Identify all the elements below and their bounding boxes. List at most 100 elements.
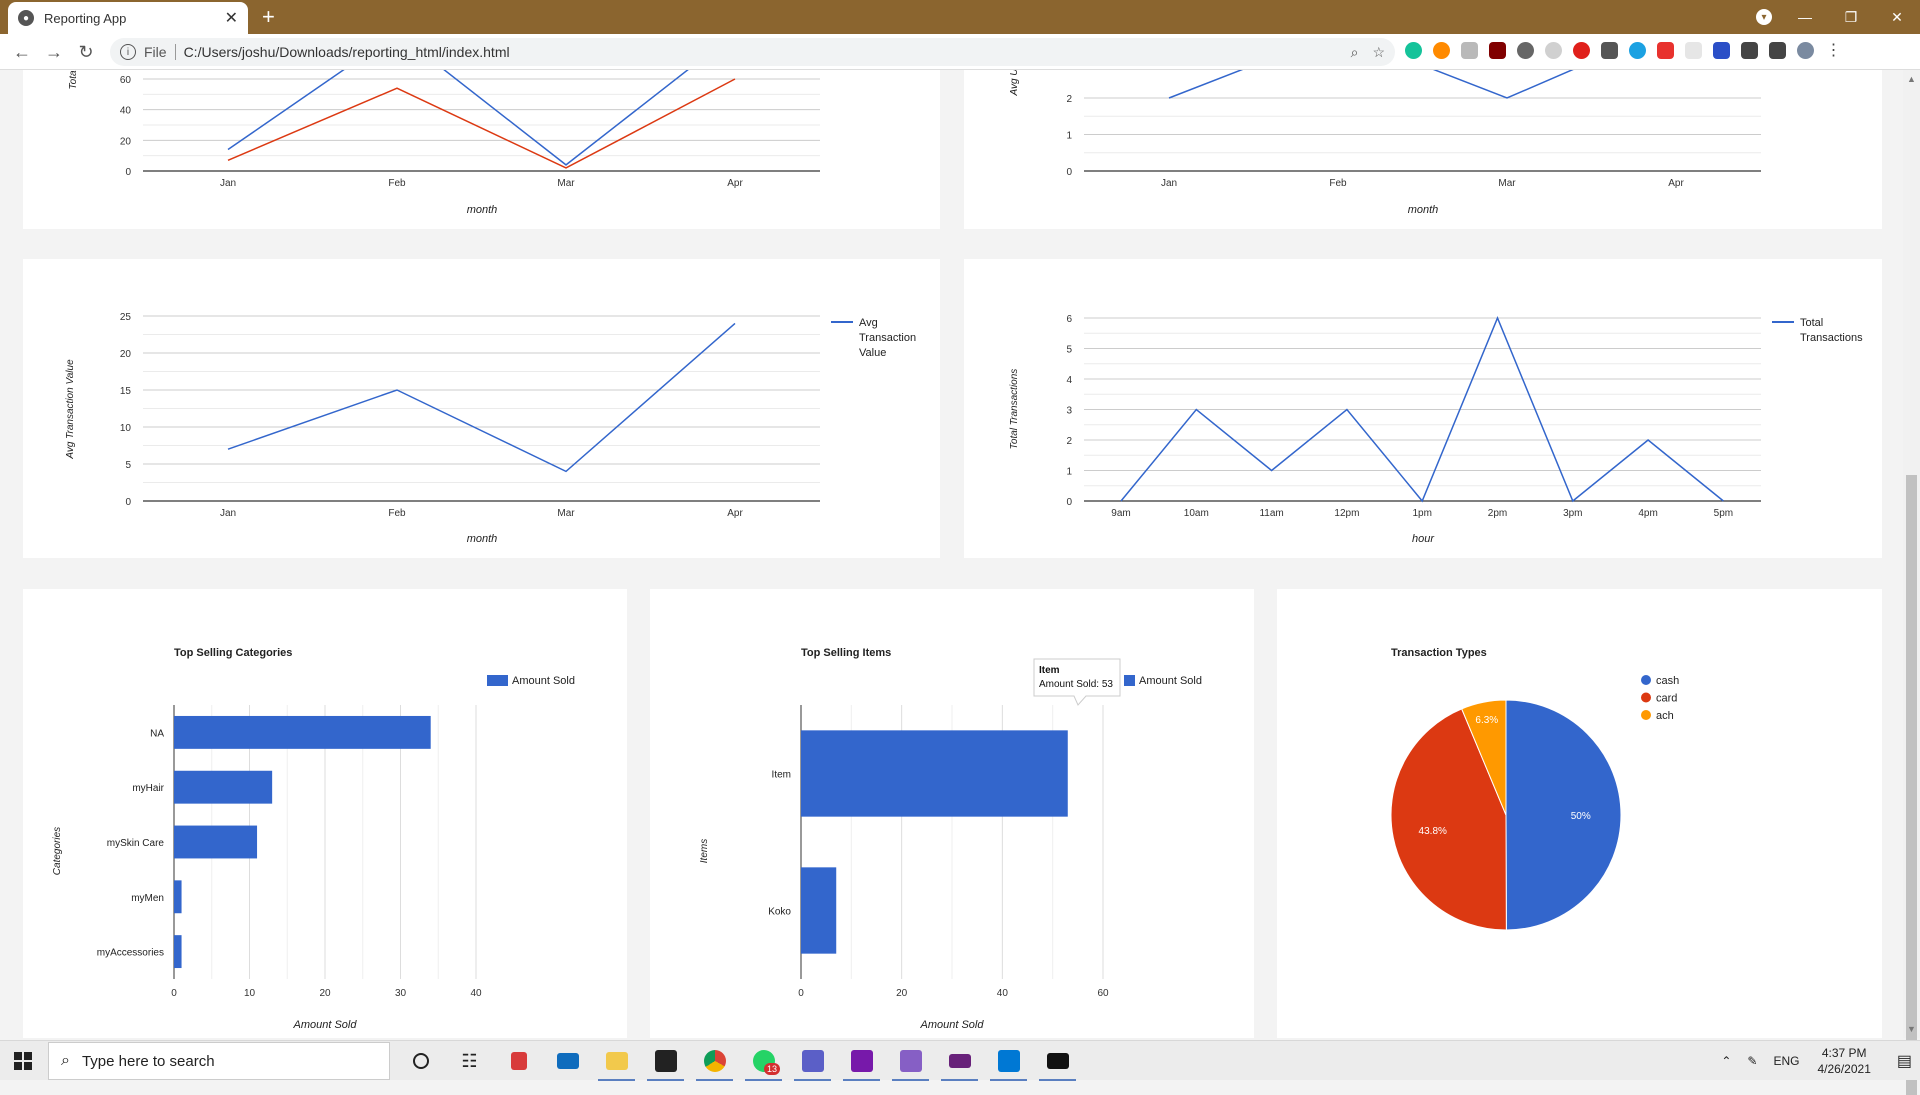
pinterest-icon[interactable]: [1517, 42, 1534, 59]
taskbar-app-gift[interactable]: [494, 1041, 543, 1081]
x-tick-label: Feb: [388, 508, 406, 519]
x-tick-label: 20: [896, 988, 908, 999]
address-bar[interactable]: i File C:/Users/joshu/Downloads/reportin…: [110, 38, 1395, 66]
y-tick-label: 15: [120, 386, 132, 397]
page-scrollbar[interactable]: ▲ ▼: [1903, 70, 1920, 1095]
taskbar-app-vscode[interactable]: [984, 1041, 1033, 1081]
ublock-icon[interactable]: [1489, 42, 1506, 59]
puzzle-icon[interactable]: [1741, 42, 1758, 59]
language-indicator[interactable]: ENG: [1773, 1054, 1799, 1068]
emulator-icon: [948, 1054, 971, 1068]
bookmark-star-icon[interactable]: ☆: [1372, 44, 1385, 61]
taskbar-apps: ☷ 13: [396, 1041, 1082, 1081]
x-tick-label: 4pm: [1638, 508, 1657, 519]
windows-icon: [14, 1052, 32, 1070]
grammarly-icon[interactable]: [1405, 42, 1422, 59]
extension-gray-icon[interactable]: [1461, 42, 1478, 59]
pen-icon[interactable]: ✎: [1747, 1054, 1757, 1068]
scroll-down-icon[interactable]: ▼: [1907, 1024, 1916, 1034]
x-tick-label: 12pm: [1334, 508, 1359, 519]
taskbar-app-terminal[interactable]: [1033, 1041, 1082, 1081]
x-tick-label: 60: [1097, 988, 1109, 999]
forward-button[interactable]: →: [42, 40, 66, 64]
vscode-icon: [997, 1050, 1020, 1072]
media-queue-icon[interactable]: [1769, 42, 1786, 59]
url-text[interactable]: C:/Users/joshu/Downloads/reporting_html/…: [184, 44, 1337, 60]
legend-label: cash: [1656, 675, 1679, 687]
extension-user-icon[interactable]: [1713, 42, 1730, 59]
pie-slice: [1505, 699, 1622, 931]
file-scheme-label: File: [144, 44, 167, 60]
taskbar-app-chrome[interactable]: [690, 1041, 739, 1081]
series-line: [1168, 70, 1574, 99]
taskbar-app-visual-studio[interactable]: [886, 1041, 935, 1081]
info-icon[interactable]: i: [120, 44, 136, 60]
tp-icon[interactable]: [1657, 42, 1674, 59]
bar: [174, 715, 431, 749]
bar: [174, 770, 273, 804]
windows-taskbar: ⌕ Type here to search ☷ 13 ⌃ ✎ ENG 4:37 …: [0, 1040, 1920, 1081]
restore-button[interactable]: ❐: [1828, 9, 1874, 26]
task-view-button[interactable]: ☷: [445, 1041, 494, 1081]
x-tick-label: Jan: [220, 508, 236, 519]
y-axis-label: Tota: [68, 70, 79, 90]
kebab-menu-icon[interactable]: ⋮: [1825, 42, 1842, 59]
minimize-button[interactable]: —: [1782, 9, 1828, 25]
taskbar-app-sticky[interactable]: [641, 1041, 690, 1081]
browser-tab[interactable]: ● Reporting App ✕: [8, 2, 248, 34]
avatar[interactable]: [1797, 42, 1814, 59]
category-label: myHair: [132, 783, 164, 794]
extension-blue-icon[interactable]: [1629, 42, 1646, 59]
close-tab-icon[interactable]: ✕: [225, 8, 238, 28]
y-tick-label: 10: [120, 423, 132, 434]
chart-card-top-items: Top Selling Items Amount Sold Item Koko 0…: [650, 589, 1254, 1038]
x-tick-label: Mar: [557, 178, 575, 189]
extension-orange-icon[interactable]: [1433, 42, 1450, 59]
y-tick-label: 1: [1066, 467, 1072, 478]
taskbar-app-teams[interactable]: [788, 1041, 837, 1081]
clock-time: 4:37 PM: [1821, 1046, 1867, 1060]
taskbar-app-onenote[interactable]: [837, 1041, 886, 1081]
total-transactions-line-chart: 0 1 2 3 4 5 6 9am 10am 11am 12pm 1pm 2pm 3pm 4pm 5pm T…: [1009, 314, 1863, 545]
legend-label: Amount Sold: [512, 675, 575, 687]
scrollbar-thumb[interactable]: [1906, 475, 1917, 1095]
profile-menu-icon[interactable]: ▾: [1756, 9, 1772, 25]
chart-card-avg-units: 0 1 2 Jan Feb Mar Apr Avg U month: [964, 70, 1882, 229]
cortana-button[interactable]: [396, 1041, 445, 1081]
x-tick-label: Jan: [1161, 178, 1177, 189]
legend-swatch: [1124, 675, 1135, 686]
taskbar-app-mail[interactable]: [543, 1041, 592, 1081]
taskbar-search-input[interactable]: ⌕ Type here to search: [48, 1042, 390, 1080]
legend-label: Transaction: [859, 332, 916, 344]
chevron-up-icon[interactable]: ⌃: [1721, 1054, 1731, 1068]
reload-button[interactable]: ↻: [74, 40, 98, 64]
new-tab-button[interactable]: +: [262, 4, 275, 30]
opera-icon[interactable]: [1573, 42, 1590, 59]
notifications-icon[interactable]: ▤: [1897, 1051, 1912, 1071]
download-icon[interactable]: [1601, 42, 1618, 59]
slice-label: 43.8%: [1419, 826, 1447, 837]
back-button[interactable]: ←: [10, 40, 34, 64]
legend-label: Avg: [859, 317, 878, 329]
avg-transaction-line-chart: 0 5 10 15 20 25 Jan Feb Mar Apr Avg Transaction …: [65, 312, 916, 545]
taskbar-app-emulator[interactable]: [935, 1041, 984, 1081]
zoom-icon[interactable]: ⌕: [1351, 44, 1359, 61]
slice-label: 6.3%: [1475, 715, 1498, 726]
scroll-up-icon[interactable]: ▲: [1907, 74, 1916, 84]
clock-date: 4/26/2021: [1817, 1062, 1871, 1076]
extension-settings-icon[interactable]: [1545, 42, 1562, 59]
extension-blank-icon[interactable]: [1685, 42, 1702, 59]
x-tick-label: Mar: [1498, 178, 1516, 189]
legend-label: card: [1656, 693, 1677, 705]
taskbar-app-explorer[interactable]: [592, 1041, 641, 1081]
start-button[interactable]: [0, 1041, 46, 1081]
globe-icon: ●: [18, 10, 34, 26]
taskbar-app-whatsapp[interactable]: 13: [739, 1041, 788, 1081]
y-tick-label: 4: [1066, 375, 1072, 386]
series-line: [227, 322, 736, 473]
clock[interactable]: 4:37 PM 4/26/2021: [1817, 1045, 1870, 1077]
x-tick-label: Apr: [727, 178, 743, 189]
close-window-button[interactable]: ✕: [1874, 9, 1920, 26]
avg-units-line-chart: 0 1 2 Jan Feb Mar Apr Avg U month: [1009, 70, 1761, 216]
y-tick-label: 0: [125, 497, 131, 508]
